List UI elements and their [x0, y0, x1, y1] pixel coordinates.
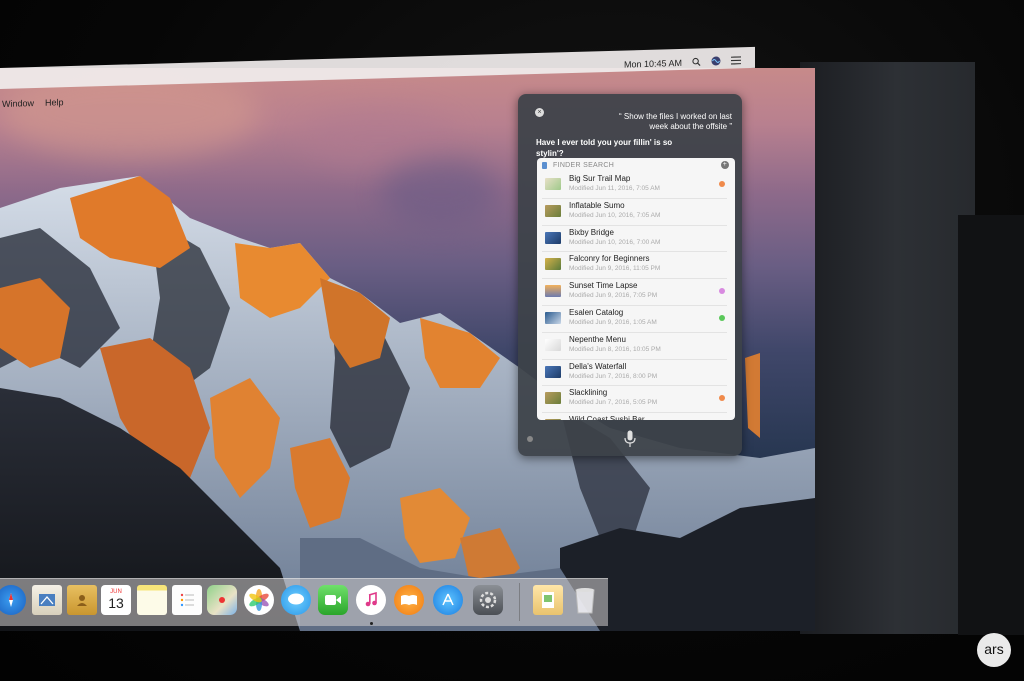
file-name: Big Sur Trail Map [569, 174, 631, 183]
trash-icon[interactable] [570, 585, 600, 615]
finder-search-label: FINDER SEARCH [553, 161, 615, 169]
messages-icon[interactable] [281, 585, 311, 615]
file-result-row[interactable]: Della's Waterfall Modified Jun 7, 2016, 8… [542, 360, 727, 387]
file-tag-dot [719, 181, 725, 187]
ars-watermark: ars [977, 633, 1011, 667]
close-icon[interactable]: × [535, 108, 544, 117]
file-thumbnail-icon [545, 338, 561, 351]
file-name: Della's Waterfall [569, 361, 627, 371]
file-tag-dot [719, 288, 725, 295]
facetime-icon[interactable] [318, 585, 348, 615]
file-modified-date: Modified Jun 7, 2016, 5:05 PM [569, 399, 658, 407]
siri-icon[interactable] [711, 56, 721, 68]
file-thumbnail-icon [545, 231, 561, 244]
add-to-notification-center-icon[interactable]: + [721, 161, 729, 169]
system-preferences-icon[interactable] [473, 585, 503, 615]
ibooks-icon[interactable] [394, 585, 424, 615]
finder-icon [542, 161, 547, 169]
menu-window[interactable]: Window [2, 98, 34, 109]
photos-icon[interactable] [244, 585, 274, 615]
file-thumbnail-icon [545, 285, 561, 298]
file-tag-dot [719, 395, 725, 402]
stage-side-panel-dark [958, 215, 1024, 635]
menu-help[interactable]: Help [45, 97, 64, 108]
stage-side-panel [800, 62, 975, 634]
file-name: Sunset Time Lapse [569, 281, 638, 291]
mail-icon[interactable] [32, 585, 62, 615]
file-result-row[interactable]: Sunset Time Lapse Modified Jun 9, 2016, 7… [542, 279, 727, 306]
siri-panel: × “ Show the files I worked on last week… [518, 94, 742, 456]
siri-query-text: “ Show the files I worked on last week a… [619, 112, 732, 131]
microphone-icon[interactable] [624, 430, 636, 448]
file-name: Esalen Catalog [569, 307, 624, 317]
file-result-row[interactable]: Falconry for Beginners Modified Jun 9, 20… [542, 252, 727, 280]
file-modified-date: Modified Jun 11, 2016, 7:05 AM [569, 185, 660, 192]
file-modified-date: Modified Jun 9, 2016, 11:05 PM [569, 265, 661, 273]
menu-clock[interactable]: Mon 10:45 AM [624, 58, 682, 70]
file-result-row[interactable]: Inflatable Sumo Modified Jun 10, 2016, 7:… [542, 199, 727, 226]
search-icon[interactable] [692, 57, 701, 68]
calendar-icon[interactable]: JUN 13 [101, 585, 131, 615]
finder-search-header: FINDER SEARCH + [537, 158, 735, 172]
file-thumbnail-icon [545, 365, 561, 378]
file-thumbnail-icon [545, 204, 561, 217]
file-result-row[interactable]: Slacklining Modified Jun 7, 2016, 5:05 PM [542, 386, 727, 414]
itunes-icon[interactable] [356, 585, 386, 615]
file-name: Bixby Bridge [569, 227, 614, 237]
file-thumbnail-icon [545, 311, 561, 324]
file-name: Nepenthe Menu [569, 334, 626, 344]
siri-answer-text: Have I ever told you your fillin' is so … [536, 138, 673, 158]
file-result-row[interactable]: Esalen Catalog Modified Jun 9, 2016, 1:05… [542, 306, 727, 333]
file-name: Inflatable Sumo [569, 200, 625, 210]
running-indicator [370, 622, 373, 625]
maps-icon[interactable] [207, 585, 237, 615]
dock-separator [519, 583, 520, 621]
file-modified-date: Modified Jun 10, 2016, 7:00 AM [569, 238, 661, 246]
safari-icon[interactable] [0, 585, 26, 615]
notification-center-icon[interactable] [731, 56, 741, 66]
file-result-row[interactable]: Nepenthe Menu Modified Jun 8, 2016, 10:05… [542, 333, 727, 360]
file-thumbnail-icon [545, 258, 561, 271]
preview-icon[interactable] [533, 585, 563, 615]
file-result-row[interactable]: Wild Coast Sushi Bar [542, 413, 727, 420]
file-tag-dot [719, 314, 725, 321]
file-modified-date: Modified Jun 10, 2016, 7:05 AM [569, 211, 661, 219]
contacts-icon[interactable] [67, 585, 97, 615]
dock: JUN 13 [0, 578, 608, 626]
file-modified-date: Modified Jun 9, 2016, 7:05 PM [569, 292, 658, 300]
file-thumbnail-icon [545, 392, 561, 405]
help-icon[interactable] [527, 436, 533, 442]
file-result-row[interactable]: Big Sur Trail Map Modified Jun 11, 2016, … [542, 172, 727, 199]
file-thumbnail-icon [545, 178, 561, 190]
reminders-icon[interactable] [172, 585, 202, 615]
file-modified-date: Modified Jun 7, 2016, 8:00 PM [569, 372, 658, 380]
file-modified-date: Modified Jun 8, 2016, 10:05 PM [569, 345, 661, 353]
calendar-day: 13 [108, 595, 124, 611]
file-name: Slacklining [569, 388, 608, 398]
file-name: Falconry for Beginners [569, 254, 650, 264]
file-result-row[interactable]: Bixby Bridge Modified Jun 10, 2016, 7:00 … [542, 226, 727, 253]
file-modified-date: Modified Jun 9, 2016, 1:05 AM [569, 318, 657, 326]
app-store-icon[interactable] [433, 585, 463, 615]
siri-footer [518, 420, 742, 456]
finder-search-results: FINDER SEARCH + Big Sur Trail Map Modifie… [537, 158, 735, 420]
file-list: Big Sur Trail Map Modified Jun 11, 2016, … [537, 172, 735, 420]
notes-icon[interactable] [137, 585, 167, 615]
